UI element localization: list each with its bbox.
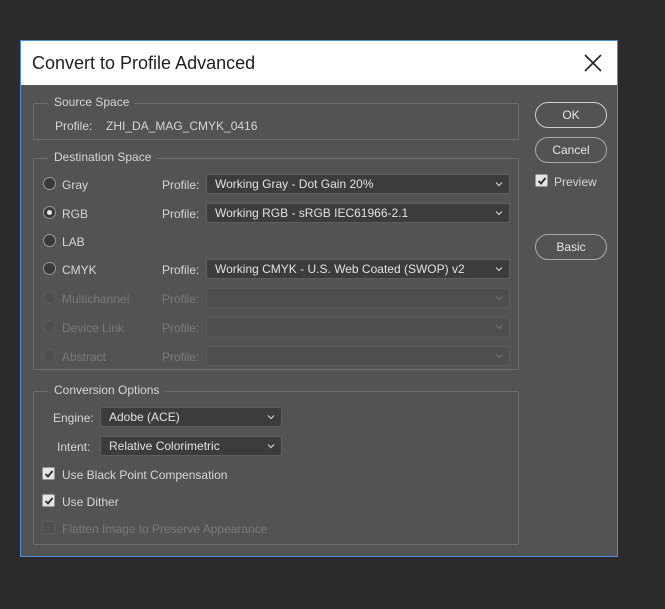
- radio-gray-label: Gray: [62, 178, 89, 192]
- radio-abstract-label: Abstract: [62, 350, 107, 364]
- radio-gray[interactable]: [43, 177, 56, 190]
- chevron-down-icon: [495, 182, 503, 187]
- chevron-down-icon: [495, 296, 503, 301]
- multichannel-profile-select: [206, 288, 510, 308]
- radio-cmyk[interactable]: [43, 262, 56, 275]
- conversion-options-legend: Conversion Options: [48, 383, 166, 397]
- radio-cmyk-label: CMYK: [62, 263, 97, 277]
- source-profile-label: Profile:: [55, 119, 93, 133]
- destination-space-group: Destination Space Gray Profile: Working …: [33, 150, 519, 370]
- radio-rgb[interactable]: [43, 206, 56, 219]
- cancel-button[interactable]: Cancel: [535, 137, 607, 163]
- checkmark-icon: [44, 470, 54, 478]
- chevron-down-icon: [495, 211, 503, 216]
- intent-label: Intent:: [57, 440, 91, 454]
- radio-device-link: [43, 320, 56, 333]
- multichannel-profile-label: Profile:: [162, 292, 200, 306]
- device-link-profile-label: Profile:: [162, 321, 200, 335]
- radio-multichannel: [43, 291, 56, 304]
- gray-profile-label: Profile:: [162, 178, 200, 192]
- source-space-legend: Source Space: [48, 95, 136, 109]
- gray-profile-value: Working Gray - Dot Gain 20%: [215, 177, 374, 191]
- chevron-down-icon: [267, 444, 275, 449]
- rgb-profile-value: Working RGB - sRGB IEC61966-2.1: [215, 206, 409, 220]
- dither-label: Use Dither: [62, 495, 119, 509]
- close-icon[interactable]: [581, 51, 605, 75]
- abstract-profile-select: [206, 346, 510, 366]
- checkmark-icon: [44, 497, 54, 505]
- source-profile-value: ZHI_DA_MAG_CMYK_0416: [106, 119, 258, 133]
- convert-to-profile-dialog: Convert to Profile Advanced Source Space…: [20, 40, 618, 557]
- radio-device-link-label: Device Link: [62, 321, 125, 335]
- black-point-label: Use Black Point Compensation: [62, 468, 228, 482]
- intent-select[interactable]: Relative Colorimetric: [100, 436, 282, 456]
- chevron-down-icon: [495, 354, 503, 359]
- intent-value: Relative Colorimetric: [109, 439, 220, 453]
- radio-rgb-label: RGB: [62, 207, 89, 221]
- checkmark-icon: [537, 177, 547, 185]
- chevron-down-icon: [267, 415, 275, 420]
- title-bar: Convert to Profile Advanced: [21, 41, 617, 85]
- gray-profile-select[interactable]: Working Gray - Dot Gain 20%: [206, 174, 510, 194]
- cmyk-profile-select[interactable]: Working CMYK - U.S. Web Coated (SWOP) v2: [206, 259, 510, 279]
- ok-button[interactable]: OK: [535, 102, 607, 128]
- dialog-title: Convert to Profile Advanced: [32, 53, 256, 73]
- radio-multichannel-label: Multichannel: [62, 292, 130, 306]
- flatten-checkbox: [42, 521, 55, 534]
- abstract-profile-label: Profile:: [162, 350, 200, 364]
- radio-lab[interactable]: [43, 234, 56, 247]
- engine-label: Engine:: [53, 411, 94, 425]
- conversion-options-group: Conversion Options Engine: Adobe (ACE) I…: [33, 383, 519, 545]
- chevron-down-icon: [495, 325, 503, 330]
- radio-lab-label: LAB: [62, 235, 85, 249]
- basic-button[interactable]: Basic: [535, 234, 607, 260]
- device-link-profile-select: [206, 317, 510, 337]
- flatten-label: Flatten Image to Preserve Appearance: [62, 522, 268, 536]
- rgb-profile-select[interactable]: Working RGB - sRGB IEC61966-2.1: [206, 203, 510, 223]
- preview-checkbox[interactable]: [535, 174, 548, 187]
- preview-label: Preview: [554, 175, 597, 189]
- source-space-group: Source Space Profile: ZHI_DA_MAG_CMYK_04…: [33, 95, 519, 140]
- engine-select[interactable]: Adobe (ACE): [100, 407, 282, 427]
- radio-abstract: [43, 349, 56, 362]
- engine-value: Adobe (ACE): [109, 410, 180, 424]
- cmyk-profile-value: Working CMYK - U.S. Web Coated (SWOP) v2: [215, 262, 465, 276]
- dither-checkbox[interactable]: [42, 494, 55, 507]
- chevron-down-icon: [495, 267, 503, 272]
- rgb-profile-label: Profile:: [162, 207, 200, 221]
- destination-space-legend: Destination Space: [48, 150, 158, 164]
- cmyk-profile-label: Profile:: [162, 263, 200, 277]
- black-point-checkbox[interactable]: [42, 467, 55, 480]
